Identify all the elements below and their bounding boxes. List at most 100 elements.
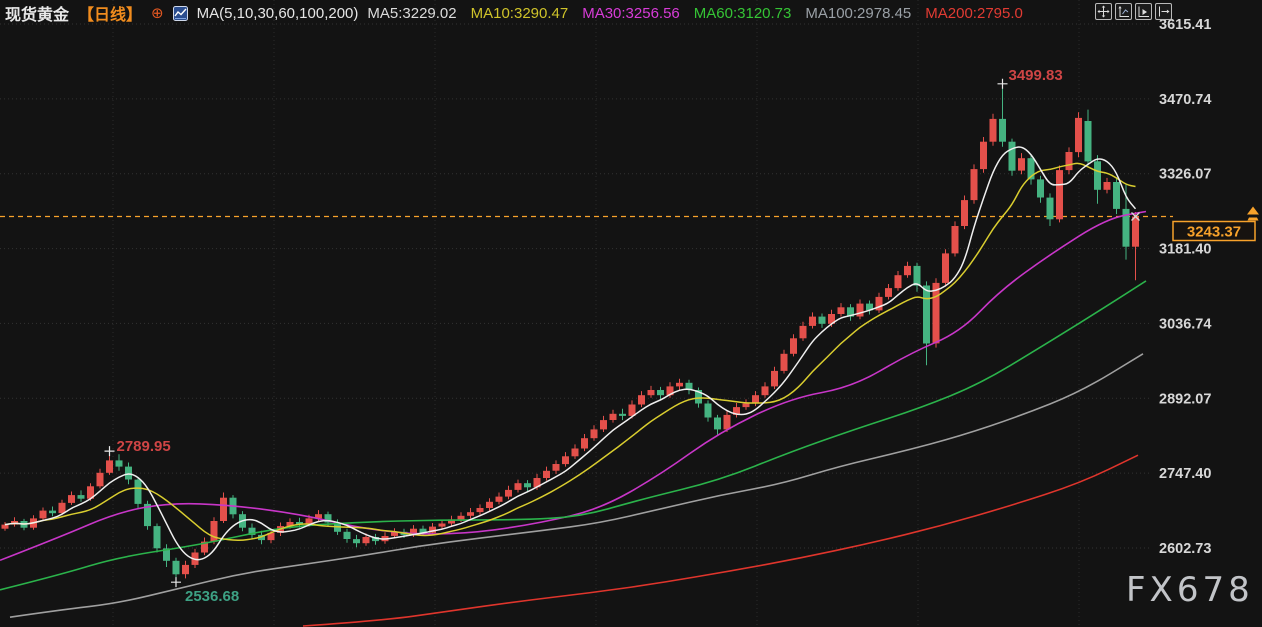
candle-body <box>1104 182 1111 190</box>
candle <box>135 477 142 508</box>
candle-body <box>999 119 1006 142</box>
candle-body <box>1056 170 1063 219</box>
candle-body <box>1047 198 1054 220</box>
candle-body <box>49 511 56 514</box>
candle-body <box>762 386 769 395</box>
candle-body <box>220 498 227 521</box>
candle-body <box>524 483 531 487</box>
candle-body <box>1132 217 1139 247</box>
candle-body <box>676 383 683 387</box>
candle-body <box>904 266 911 275</box>
chart-header: 现货黄金 【日线】 ⊕ MA(5,10,30,60,100,200) MA5:3… <box>0 0 1262 26</box>
candle-body <box>1018 158 1025 170</box>
watermark: FX678 <box>1126 570 1254 610</box>
candle-body <box>211 521 218 542</box>
swing-high-label-text: 3499.83 <box>1009 67 1063 84</box>
candle-body <box>344 532 351 539</box>
axis-tick-label: 3036.74 <box>1159 316 1211 332</box>
candle-body <box>942 253 949 283</box>
candle-body <box>895 275 902 288</box>
ma-legend-item: MA100:2978.45 <box>805 5 911 22</box>
add-indicator-icon[interactable]: ⊕ <box>151 6 164 21</box>
candle-body <box>515 483 522 490</box>
ma-group-label: MA(5,10,30,60,100,200) <box>197 5 359 22</box>
trading-chart-window: FX6783499.832789.952536.683615.413470.74… <box>0 0 1262 627</box>
candle-body <box>1037 179 1044 197</box>
candle-body <box>790 338 797 354</box>
candle-body <box>952 226 959 253</box>
candle-body <box>572 449 579 457</box>
candle-body <box>496 497 503 502</box>
candle-body <box>543 471 550 478</box>
candle-body <box>458 516 465 520</box>
candle-body <box>467 512 474 516</box>
candle-body <box>1094 161 1101 190</box>
axis-tick-label: 3181.40 <box>1159 242 1211 258</box>
candle-body <box>600 420 607 429</box>
candle-body <box>923 286 930 344</box>
candle-body <box>182 565 189 574</box>
candle-body <box>486 502 493 508</box>
timeframe-label: 【日线】 <box>78 1 142 25</box>
candle-body <box>724 415 731 430</box>
candle-body <box>562 456 569 464</box>
candle-body <box>581 438 588 448</box>
candle-body <box>743 404 750 408</box>
candle-body <box>705 404 712 418</box>
axis-tick-label: 3470.74 <box>1159 92 1211 108</box>
candle-body <box>657 390 664 395</box>
swing-low-label-text: 2536.68 <box>185 588 239 605</box>
axis-tick-label: 2892.07 <box>1159 391 1211 407</box>
candle-body <box>40 511 47 519</box>
candle-body <box>781 354 788 371</box>
ma-legend-item: MA5:3229.02 <box>367 5 456 22</box>
candle-body <box>980 142 987 169</box>
candle-body <box>106 460 113 472</box>
candlestick-chart[interactable]: FX6783499.832789.952536.683615.413470.74… <box>0 0 1262 627</box>
candle-body <box>68 495 75 503</box>
candle-body <box>638 395 645 404</box>
candle-body <box>505 490 512 497</box>
candle-body <box>1085 121 1092 161</box>
candle-body <box>1009 142 1016 171</box>
candle-body <box>97 473 104 487</box>
candle-body <box>1113 182 1120 209</box>
candle <box>942 249 949 286</box>
axis-tick-label: 2747.40 <box>1159 466 1211 482</box>
candle-body <box>971 169 978 200</box>
candle-body <box>990 119 997 142</box>
axis-tick-label: 3326.07 <box>1159 167 1211 183</box>
candle-body <box>714 418 721 430</box>
candle-body <box>477 508 484 512</box>
candle-body <box>116 460 123 466</box>
candle <box>961 196 968 230</box>
candle-body <box>800 326 807 338</box>
candle <box>952 221 959 256</box>
last-price-tag-text: 3243.37 <box>1187 224 1241 241</box>
candle-body <box>59 503 66 513</box>
candle-body <box>353 539 360 543</box>
candle-body <box>610 414 617 420</box>
candle-body <box>771 371 778 387</box>
candle-body <box>648 390 655 395</box>
candle-body <box>1066 152 1073 170</box>
chart-type-icon[interactable] <box>173 6 188 21</box>
candle-body <box>439 524 446 527</box>
candle-body <box>809 317 816 326</box>
ma-legend: MA5:3229.02MA10:3290.47MA30:3256.56MA60:… <box>367 5 1022 22</box>
candle-body <box>819 317 826 324</box>
ma-legend-item: MA60:3120.73 <box>694 5 792 22</box>
candle <box>1075 112 1082 157</box>
candle-body <box>173 561 180 575</box>
left-peak-label-text: 2789.95 <box>117 438 171 455</box>
candle-body <box>961 200 968 226</box>
candle-body <box>125 467 132 480</box>
candle-body <box>553 464 560 471</box>
last-price-tag: 3243.37 <box>1173 222 1255 241</box>
candle-body <box>154 526 161 548</box>
candle-body <box>857 304 864 317</box>
candle-body <box>78 495 85 499</box>
candle <box>154 524 161 553</box>
candle <box>1056 166 1063 223</box>
candle-body <box>619 414 626 416</box>
